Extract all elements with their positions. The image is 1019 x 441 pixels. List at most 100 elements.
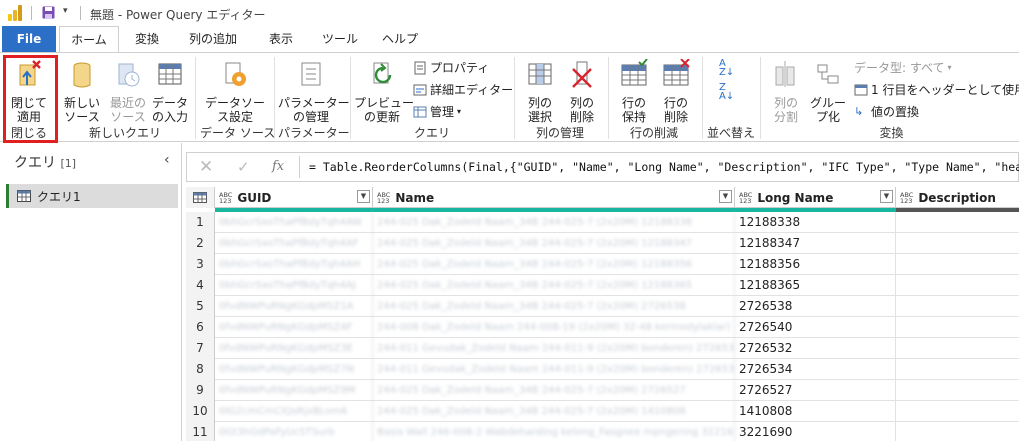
table-row[interactable]: 5 0fvdNWPuRNgKGdpMSZ1A 244-025 Dak_Zodeld … xyxy=(186,296,1019,317)
cell-description[interactable] xyxy=(896,359,1019,380)
cell-name[interactable]: Basis Wall 246-008-2 Wabdeharding kelong… xyxy=(373,422,735,441)
cell-name[interactable]: 244-025 Dak_Zodeld Naam_34B 244-025-7 (2… xyxy=(373,233,735,254)
row-number[interactable]: 8 xyxy=(186,359,215,380)
cancel-formula-icon[interactable]: ✕ xyxy=(199,157,213,177)
first-row-header-button[interactable]: 1 行目をヘッダーとして使用 ▾ xyxy=(854,81,1019,98)
tab-view[interactable]: 表示 xyxy=(255,26,307,52)
cell-long-name[interactable]: 12188365 xyxy=(735,275,896,296)
column-header-long-name[interactable]: ABC 123 Long Name ▼ xyxy=(735,187,896,208)
row-number[interactable]: 9 xyxy=(186,380,215,401)
cell-guid[interactable]: 0bhGcrSxoThaPfBdyTqh4AF xyxy=(215,233,373,254)
cell-description[interactable] xyxy=(896,422,1019,441)
cell-description[interactable] xyxy=(896,401,1019,422)
cell-description[interactable] xyxy=(896,254,1019,275)
cell-description[interactable] xyxy=(896,296,1019,317)
quick-access-dropdown-icon[interactable]: ▾ xyxy=(63,6,68,16)
datasource-settings-button[interactable]: データソー ス設定 xyxy=(200,55,270,124)
cell-guid[interactable]: 0fvdNWPuRNgKGdpMSZ7N xyxy=(215,359,373,380)
cell-guid[interactable]: 0fvdNWPuRNgKGdpMSZ3E xyxy=(215,338,373,359)
column-filter-dropdown-icon[interactable]: ▼ xyxy=(357,190,370,203)
enter-data-button[interactable]: データ の入力 xyxy=(150,55,190,124)
manage-parameters-button[interactable]: パラメーター の管理 xyxy=(278,55,350,124)
cell-guid[interactable]: 0bhGcrSxoThaPfBdyTqh4AJ xyxy=(215,275,373,296)
tab-add-column[interactable]: 列の追加 xyxy=(176,26,250,52)
cell-guid[interactable]: 0fvdNWPuRNgKGdpMSZ1A xyxy=(215,296,373,317)
cell-name[interactable]: 244-025 Dak_Zodeld Naam_34B 244-025-7 (2… xyxy=(373,254,735,275)
column-type-icon[interactable]: ABC 123 xyxy=(900,191,913,204)
row-number[interactable]: 6 xyxy=(186,317,215,338)
column-header-description[interactable]: ABC 123 Description xyxy=(896,187,1019,208)
cell-name[interactable]: 244-025 Dak_Zodeld Naam_34B 244-025-7 (2… xyxy=(373,401,735,422)
cell-name[interactable]: 244-025 Dak_Zodeld Naam_34B 244-025-7 (2… xyxy=(373,212,735,233)
fx-icon[interactable]: fx xyxy=(272,159,284,174)
remove-columns-button[interactable]: 列の 削除 xyxy=(562,55,602,124)
new-source-button[interactable]: 新しい ソース xyxy=(60,55,104,124)
cell-guid[interactable]: 0bhGcrSxoThaPfBdyTqh4AW xyxy=(215,212,373,233)
confirm-formula-icon[interactable]: ✓ xyxy=(237,158,250,176)
cell-name[interactable]: 244-025 Dak_Zodeld Naam_34B 244-025-7 (2… xyxy=(373,380,735,401)
cell-guid[interactable]: 0fvdNWPuRNgKGdpMSZ9M xyxy=(215,380,373,401)
cell-description[interactable] xyxy=(896,212,1019,233)
manage-button[interactable]: 管理 ▾ xyxy=(413,103,461,120)
cell-description[interactable] xyxy=(896,233,1019,254)
table-row[interactable]: 10 0lG2cmCmClQsRjxBLom6 244-025 Dak_Zodeld… xyxy=(186,401,1019,422)
row-number[interactable]: 2 xyxy=(186,233,215,254)
cell-long-name[interactable]: 12188338 xyxy=(735,212,896,233)
sort-ascending-button[interactable]: A Z↓ xyxy=(719,59,734,78)
cell-long-name[interactable]: 12188356 xyxy=(735,254,896,275)
column-filter-dropdown-icon[interactable]: ▼ xyxy=(719,190,732,203)
row-number[interactable]: 7 xyxy=(186,338,215,359)
cell-guid[interactable]: 0fvdNWPuRNgKGdpMSZ4F xyxy=(215,317,373,338)
table-row[interactable]: 3 0bhGcrSxoThaPfBdyTqh4AH 244-025 Dak_Zode… xyxy=(186,254,1019,275)
refresh-preview-button[interactable]: プレビュー の更新 xyxy=(354,55,414,124)
advanced-editor-button[interactable]: 詳細エディター xyxy=(413,81,513,98)
column-filter-dropdown-icon[interactable]: ▼ xyxy=(880,190,893,203)
column-header-name[interactable]: ABC 123 Name ▼ xyxy=(373,187,735,208)
split-column-button[interactable]: 列の 分割 xyxy=(764,55,808,124)
cell-description[interactable] xyxy=(896,380,1019,401)
cell-long-name[interactable]: 2726527 xyxy=(735,380,896,401)
table-row[interactable]: 2 0bhGcrSxoThaPfBdyTqh4AF 244-025 Dak_Zode… xyxy=(186,233,1019,254)
cell-long-name[interactable]: 2726540 xyxy=(735,317,896,338)
cell-long-name[interactable]: 12188347 xyxy=(735,233,896,254)
cell-name[interactable]: 244-025 Dak_Zodeld Naam_34B 244-025-7 (2… xyxy=(373,275,735,296)
cell-description[interactable] xyxy=(896,338,1019,359)
cell-name[interactable]: 244-008 Dak_Zodeld Naam 244-008-19 (2x20… xyxy=(373,317,735,338)
cell-description[interactable] xyxy=(896,317,1019,338)
column-type-icon[interactable]: ABC 123 xyxy=(377,191,390,204)
table-menu-button[interactable] xyxy=(186,187,215,208)
tab-transform[interactable]: 変換 xyxy=(123,26,171,52)
properties-button[interactable]: プロパティ xyxy=(413,59,489,76)
row-number[interactable]: 3 xyxy=(186,254,215,275)
cell-long-name[interactable]: 3221690 xyxy=(735,422,896,441)
save-icon[interactable] xyxy=(42,6,55,19)
row-number[interactable]: 1 xyxy=(186,212,215,233)
query-list-item[interactable]: クエリ1 xyxy=(6,184,178,208)
cell-long-name[interactable]: 2726532 xyxy=(735,338,896,359)
column-header-guid[interactable]: ABC 123 GUID ▼ xyxy=(215,187,373,208)
cell-long-name[interactable]: 2726534 xyxy=(735,359,896,380)
table-row[interactable]: 1 0bhGcrSxoThaPfBdyTqh4AW 244-025 Dak_Zode… xyxy=(186,212,1019,233)
cell-description[interactable] xyxy=(896,275,1019,296)
tab-tools[interactable]: ツール xyxy=(312,26,368,52)
choose-columns-button[interactable]: 列の 選択 xyxy=(518,55,562,124)
column-type-icon[interactable]: ABC 123 xyxy=(219,191,232,204)
cell-guid[interactable]: 0lG2cmCmClQsRjxBLom6 xyxy=(215,401,373,422)
row-number[interactable]: 10 xyxy=(186,401,215,422)
table-row[interactable]: 9 0fvdNWPuRNgKGdpMSZ9M 244-025 Dak_Zodeld … xyxy=(186,380,1019,401)
data-type-dropdown[interactable]: データ型: すべて ▾ xyxy=(854,59,952,76)
formula-input[interactable]: = Table.ReorderColumns(Final,{"GUID", "N… xyxy=(309,160,1019,174)
cell-name[interactable]: 244-011 Gevudak_Zodeld Naam 244-011-9 (2… xyxy=(373,338,735,359)
table-row[interactable]: 6 0fvdNWPuRNgKGdpMSZ4F 244-008 Dak_Zodeld … xyxy=(186,317,1019,338)
tab-file[interactable]: File xyxy=(2,26,56,52)
collapse-panel-icon[interactable]: ‹ xyxy=(164,152,170,168)
row-number[interactable]: 4 xyxy=(186,275,215,296)
tab-help[interactable]: ヘルプ xyxy=(373,26,427,52)
cell-guid[interactable]: 0bhGcrSxoThaPfBdyTqh4AH xyxy=(215,254,373,275)
group-by-button[interactable]: グルー プ化 xyxy=(808,55,848,124)
sort-descending-button[interactable]: Z A↓ xyxy=(719,83,734,102)
cell-guid[interactable]: 0Gt3hGdPaFyUcSTSurb xyxy=(215,422,373,441)
cell-long-name[interactable]: 1410808 xyxy=(735,401,896,422)
recent-source-button[interactable]: 最近の ソース xyxy=(106,55,150,124)
cell-name[interactable]: 244-025 Dak_Zodeld Naam_34B 244-025-7 (2… xyxy=(373,296,735,317)
